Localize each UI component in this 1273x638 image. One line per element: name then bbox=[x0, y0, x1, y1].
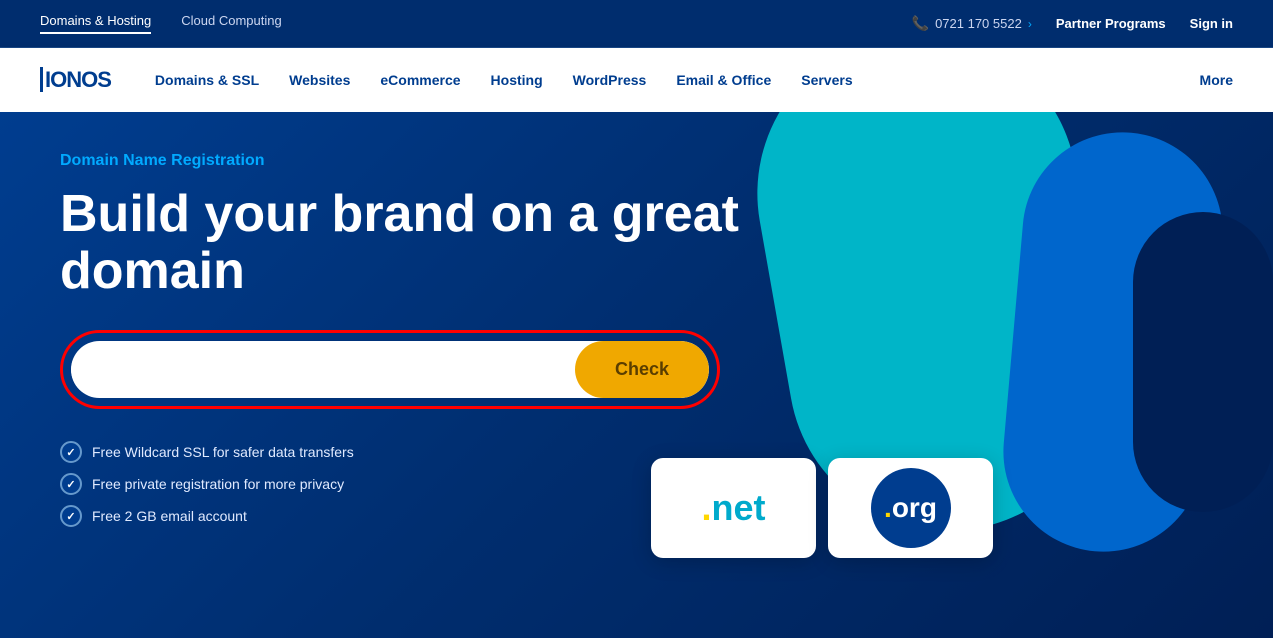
check-button[interactable]: Check bbox=[575, 341, 709, 398]
nav-wordpress[interactable]: WordPress bbox=[561, 64, 659, 96]
hero-section: .net .org Domain Name Registration Build… bbox=[0, 112, 1273, 638]
partner-programs-link[interactable]: Partner Programs bbox=[1056, 16, 1166, 31]
feature-item-3: Free 2 GB email account bbox=[60, 505, 780, 527]
search-container: Check bbox=[60, 330, 720, 409]
feature-item-2: Free private registration for more priva… bbox=[60, 473, 780, 495]
nav-servers[interactable]: Servers bbox=[789, 64, 864, 96]
hero-subtitle: Domain Name Registration bbox=[60, 152, 780, 170]
hero-content: Domain Name Registration Build your bran… bbox=[60, 152, 780, 527]
topbar-domains-hosting[interactable]: Domains & Hosting bbox=[40, 13, 151, 34]
nav-links: Domains & SSL Websites eCommerce Hosting… bbox=[143, 64, 1200, 96]
sign-in-link[interactable]: Sign in bbox=[1190, 16, 1233, 31]
org-circle-text: .org bbox=[884, 492, 937, 524]
domain-badge-org: .org bbox=[828, 458, 993, 558]
nav-domains-ssl[interactable]: Domains & SSL bbox=[143, 64, 271, 96]
top-bar: Domains & Hosting Cloud Computing 📞 0721… bbox=[0, 0, 1273, 48]
hero-headline: Build your brand on a great domain bbox=[60, 186, 780, 300]
headline-line2: domain bbox=[60, 242, 245, 300]
feature-text-2: Free private registration for more priva… bbox=[92, 476, 344, 492]
nav-hosting[interactable]: Hosting bbox=[479, 64, 555, 96]
search-inner: Check bbox=[71, 341, 709, 398]
domain-search-input[interactable] bbox=[71, 343, 575, 397]
feature-text-1: Free Wildcard SSL for safer data transfe… bbox=[92, 444, 354, 460]
nav-ecommerce[interactable]: eCommerce bbox=[368, 64, 472, 96]
main-nav: IONOS Domains & SSL Websites eCommerce H… bbox=[0, 48, 1273, 112]
top-bar-right: 📞 0721 170 5522 › Partner Programs Sign … bbox=[912, 15, 1233, 32]
nav-websites[interactable]: Websites bbox=[277, 64, 362, 96]
more-button[interactable]: More bbox=[1200, 72, 1233, 88]
logo-text: IONOS bbox=[40, 67, 111, 92]
phone-icon: 📞 bbox=[912, 15, 929, 32]
nav-email-office[interactable]: Email & Office bbox=[664, 64, 783, 96]
phone-area: 📞 0721 170 5522 › bbox=[912, 15, 1032, 32]
features-list: Free Wildcard SSL for safer data transfe… bbox=[60, 441, 780, 527]
feature-item-1: Free Wildcard SSL for safer data transfe… bbox=[60, 441, 780, 463]
phone-number: 0721 170 5522 bbox=[935, 16, 1022, 31]
chevron-icon: › bbox=[1028, 17, 1032, 31]
deco-shape-dark bbox=[1133, 212, 1273, 512]
headline-line1: Build your brand on a great bbox=[60, 185, 739, 243]
topbar-cloud-computing[interactable]: Cloud Computing bbox=[181, 13, 281, 34]
check-icon-2 bbox=[60, 473, 82, 495]
feature-text-3: Free 2 GB email account bbox=[92, 508, 247, 524]
check-icon-1 bbox=[60, 441, 82, 463]
logo[interactable]: IONOS bbox=[40, 67, 111, 93]
check-icon-3 bbox=[60, 505, 82, 527]
top-bar-nav: Domains & Hosting Cloud Computing bbox=[40, 13, 282, 34]
org-circle: .org bbox=[871, 468, 951, 548]
